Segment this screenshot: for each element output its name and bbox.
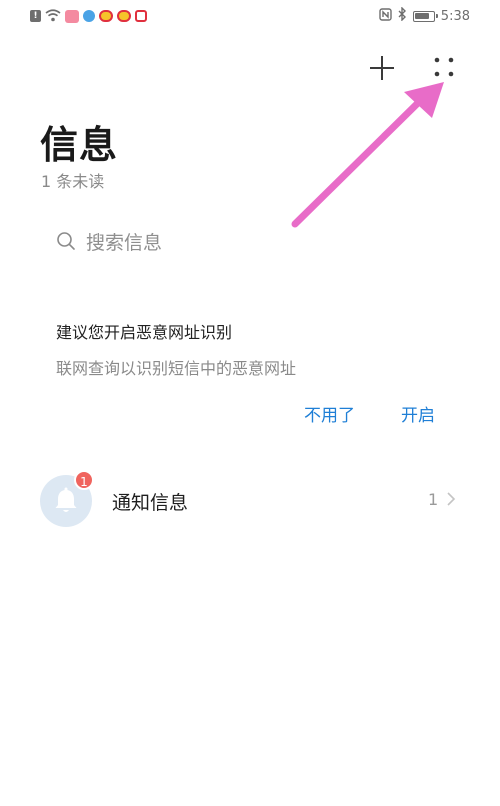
bell-icon bbox=[55, 487, 77, 512]
battery-icon bbox=[412, 10, 438, 22]
app-icon-pink bbox=[65, 9, 79, 23]
status-bar-notifications: ! bbox=[30, 8, 147, 24]
unread-count: 1 条未读 bbox=[41, 172, 105, 191]
plus-icon bbox=[370, 56, 394, 80]
conversation-name: 通知信息 bbox=[112, 492, 189, 514]
weibo-icon bbox=[99, 10, 113, 22]
search-bar[interactable]: 搜索信息 bbox=[40, 218, 460, 264]
conversation-count: 1 bbox=[428, 490, 439, 509]
decline-button[interactable]: 不用了 bbox=[304, 401, 355, 426]
suggestion-description: 联网查询以识别短信中的恶意网址 bbox=[56, 359, 297, 378]
nfc-icon bbox=[379, 7, 392, 25]
more-grid-icon bbox=[434, 57, 454, 77]
page-title: 信息 bbox=[40, 123, 119, 167]
enable-button[interactable]: 开启 bbox=[401, 401, 435, 426]
battery-level bbox=[414, 12, 429, 19]
more-options-button[interactable] bbox=[430, 54, 458, 82]
wifi-icon bbox=[45, 7, 61, 26]
new-message-button[interactable] bbox=[368, 54, 396, 82]
search-icon bbox=[57, 232, 75, 250]
app-icon-red-square bbox=[135, 10, 147, 22]
bluetooth-icon bbox=[398, 6, 407, 25]
status-bar-system: 5:38 bbox=[379, 6, 470, 25]
status-bar: ! 5:38 bbox=[0, 0, 500, 32]
status-time: 5:38 bbox=[440, 8, 470, 24]
search-placeholder: 搜索信息 bbox=[86, 231, 163, 254]
unread-badge: 1 bbox=[74, 470, 94, 490]
suggestion-title: 建议您开启恶意网址识别 bbox=[56, 323, 233, 342]
app-icon-blue bbox=[83, 10, 95, 22]
chevron-right-icon bbox=[447, 492, 456, 506]
alert-icon: ! bbox=[30, 10, 41, 22]
conversation-item[interactable]: 1 通知信息 1 bbox=[0, 466, 500, 538]
weibo-icon bbox=[117, 10, 131, 22]
